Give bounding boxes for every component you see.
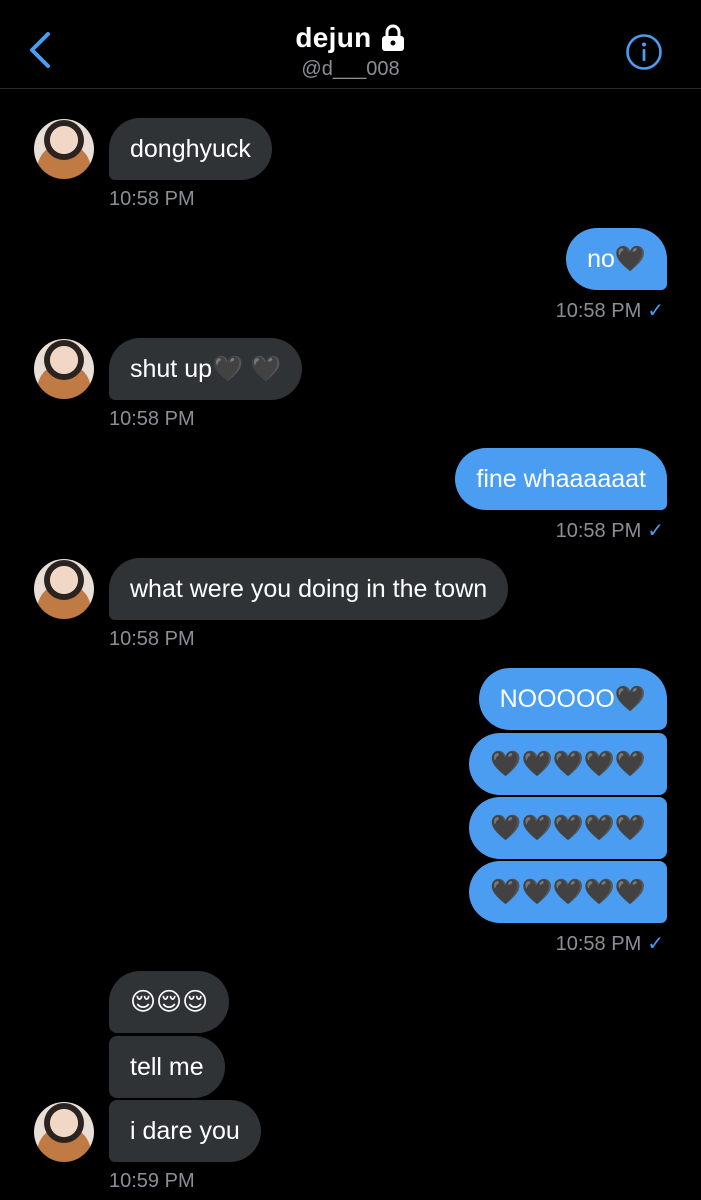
- message-bubble-outgoing[interactable]: 🖤🖤🖤🖤🖤: [469, 861, 667, 923]
- message-bubble-incoming[interactable]: shut up🖤 🖤: [109, 338, 303, 400]
- read-check-icon: ✓: [647, 300, 664, 322]
- message-bubble-outgoing[interactable]: 🖤🖤🖤🖤🖤: [469, 797, 667, 859]
- contact-avatar[interactable]: [34, 119, 94, 179]
- message-bubble-outgoing[interactable]: NOOOOO🖤: [478, 668, 667, 730]
- contact-avatar[interactable]: [34, 339, 94, 399]
- message-bubble-incoming[interactable]: what were you doing in the town: [109, 558, 509, 620]
- message-timestamp-row: 10:58 PM ✓: [556, 518, 664, 543]
- message-timestamp: 10:58 PM: [109, 408, 195, 430]
- message-bubble-outgoing[interactable]: no🖤: [566, 228, 667, 290]
- message-timestamp: 10:58 PM: [555, 933, 642, 955]
- message-timestamp: 10:58 PM: [109, 188, 195, 210]
- message-bubble-incoming[interactable]: tell me: [109, 1036, 225, 1098]
- message-timestamp: 10:59 PM: [109, 1170, 195, 1192]
- contact-name: dejun: [295, 22, 372, 53]
- conversation-title[interactable]: dejun: [295, 22, 405, 54]
- read-check-icon: ✓: [647, 933, 664, 955]
- read-check-icon: ✓: [647, 520, 664, 542]
- contact-avatar[interactable]: [34, 1102, 94, 1162]
- message-timestamp: 10:58 PM: [555, 300, 642, 322]
- message-timestamp: 10:58 PM: [109, 628, 195, 650]
- message-bubble-incoming[interactable]: donghyuck: [109, 118, 272, 180]
- message-timestamp: 10:58 PM: [555, 520, 642, 542]
- message-bubble-outgoing[interactable]: fine whaaaaaat: [455, 448, 667, 510]
- info-icon[interactable]: [625, 33, 663, 71]
- message-timestamp-row: 10:58 PM ✓: [556, 298, 664, 323]
- message-timestamp-row: 10:58 PM ✓: [556, 931, 664, 956]
- message-bubble-incoming[interactable]: 😌😌😌: [109, 971, 230, 1033]
- contact-avatar[interactable]: [34, 559, 94, 619]
- contact-handle: @d___008: [301, 58, 400, 80]
- conversation-header: dejun @d___008: [0, 0, 701, 89]
- title-area: dejun @d___008: [0, 22, 701, 81]
- lock-icon: [381, 24, 404, 51]
- message-bubble-outgoing[interactable]: 🖤🖤🖤🖤🖤: [469, 733, 667, 795]
- message-bubble-incoming[interactable]: i dare you: [109, 1100, 261, 1162]
